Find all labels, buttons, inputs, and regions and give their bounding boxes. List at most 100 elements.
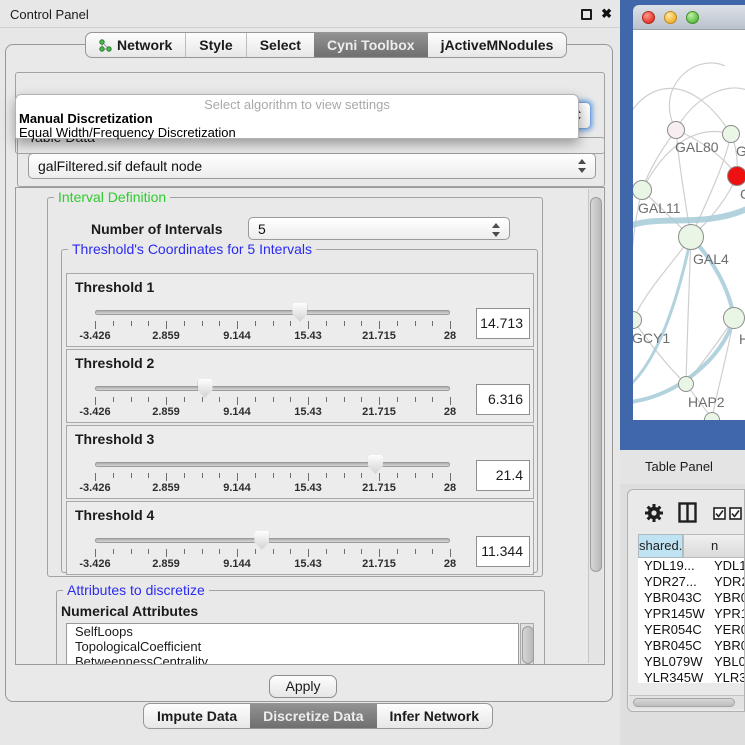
table-cell[interactable]: YPR145W [638, 606, 705, 622]
slider-handle[interactable] [368, 455, 383, 474]
split-columns-icon[interactable] [678, 502, 697, 523]
threshold-value-field[interactable]: 14.713 [476, 308, 530, 339]
scrollbar-thumb[interactable] [522, 626, 534, 664]
tab-infer-network[interactable]: Infer Network [377, 704, 492, 728]
threshold-slider[interactable]: -3.4262.8599.14415.4321.71528 [95, 307, 450, 341]
column-header-shared-name[interactable]: shared... [638, 534, 683, 558]
tab-style[interactable]: Style [185, 33, 245, 57]
table-cell[interactable]: YPR1 [705, 606, 745, 622]
table-row[interactable]: YPR145WYPR1 [638, 606, 745, 622]
tab-jactivemnodules[interactable]: jActiveMNodules [428, 33, 567, 57]
table-cell[interactable]: YBR0 [705, 590, 745, 606]
tab-cyni-toolbox[interactable]: Cyni Toolbox [314, 33, 428, 57]
minimize-traffic-light-icon[interactable] [664, 11, 677, 24]
number-of-intervals-combobox[interactable]: 5 [248, 217, 510, 240]
network-node-gal4[interactable] [678, 224, 704, 250]
attributes-list-scrollbar[interactable] [520, 623, 534, 665]
table-row[interactable]: YLR345WYLR3 [638, 670, 745, 683]
slider-major-tick [237, 397, 238, 405]
network-node-gal80[interactable] [667, 121, 685, 139]
slider-minor-tick [184, 473, 185, 478]
checkbox-checked-icon[interactable] [713, 507, 726, 520]
table-row[interactable]: YDR27...YDR2 [638, 574, 745, 590]
slider-track[interactable] [95, 310, 450, 315]
slider-minor-tick [184, 549, 185, 554]
settings-vertical-scrollbar[interactable] [588, 189, 603, 663]
slider-minor-tick [361, 473, 362, 478]
checkbox-checked-icon[interactable] [729, 507, 742, 520]
table-cell[interactable]: YBL079W [638, 654, 705, 670]
attribute-list-item[interactable]: BetweennessCentrality [67, 654, 518, 665]
slider-handle[interactable] [198, 379, 213, 398]
tab-impute-data[interactable]: Impute Data [144, 704, 250, 728]
slider-track[interactable] [95, 538, 450, 543]
table-cell[interactable]: YDL19... [638, 558, 705, 574]
node-label: GAL11 [638, 200, 681, 216]
slider-handle[interactable] [254, 531, 269, 550]
table-cell[interactable]: YLR345W [638, 670, 705, 683]
slider-handle[interactable] [292, 303, 307, 322]
slider-minor-tick [148, 397, 149, 402]
threshold-slider[interactable]: -3.4262.8599.14415.4321.71528 [95, 535, 450, 569]
threshold-slider[interactable]: -3.4262.8599.14415.4321.71528 [95, 383, 450, 417]
node-label: GCY1 [633, 330, 670, 346]
table-cell[interactable]: YER054C [638, 622, 705, 638]
network-node-g[interactable] [722, 125, 740, 143]
table-cell[interactable]: YLR3 [705, 670, 745, 683]
apply-button[interactable]: Apply [269, 675, 337, 698]
close-icon[interactable]: ✖ [601, 6, 612, 22]
table-row[interactable]: YDL19...YDL1 [638, 558, 745, 574]
tab-discretize-data[interactable]: Discretize Data [250, 704, 376, 728]
threshold-title: Threshold 3 [75, 431, 154, 447]
table-cell[interactable]: YBR045C [638, 638, 705, 654]
threshold-3-panel: Threshold 3 -3.4262.8599.14415.4321.71528… [66, 425, 534, 499]
table-horizontal-scrollbar[interactable] [629, 695, 745, 709]
table-row[interactable]: YBL079WYBL0 [638, 654, 745, 670]
slider-track[interactable] [95, 462, 450, 467]
numerical-attributes-list[interactable]: SelfLoopsTopologicalCoefficientBetweenne… [66, 623, 519, 665]
table-cell[interactable]: YBL0 [705, 654, 745, 670]
network-node-h[interactable] [723, 307, 745, 329]
network-node-hap2[interactable] [678, 376, 694, 392]
tab-label: Infer Network [390, 708, 479, 724]
attribute-list-item[interactable]: SelfLoops [67, 624, 518, 639]
threshold-4-panel: Threshold 4-3.4262.8599.14415.4321.71528… [66, 501, 534, 575]
tab-network[interactable]: Network [86, 33, 185, 57]
slider-track[interactable] [95, 386, 450, 391]
table-row[interactable]: YBR043CYBR0 [638, 590, 745, 606]
threshold-value-field[interactable]: 11.344 [476, 536, 530, 567]
table-cell[interactable]: YBR043C [638, 590, 705, 606]
table-cell[interactable]: YDR2 [705, 574, 745, 590]
popup-option-manual-discretization[interactable]: Manual Discretization [16, 112, 578, 126]
table-cell[interactable]: YDR27... [638, 574, 705, 590]
network-node-gal11[interactable] [633, 180, 652, 200]
threshold-slider[interactable]: -3.4262.8599.14415.4321.71528 [95, 459, 450, 493]
threshold-value-field[interactable]: 21.4 [476, 460, 530, 491]
close-traffic-light-icon[interactable] [642, 11, 655, 24]
float-window-icon[interactable] [581, 9, 592, 20]
table-cell[interactable]: YDL1 [705, 558, 745, 574]
scrollbar-thumb[interactable] [590, 197, 602, 572]
column-header-name[interactable]: n [683, 534, 745, 558]
threshold-value-field[interactable]: 6.316 [476, 384, 530, 415]
zoom-traffic-light-icon[interactable] [686, 11, 699, 24]
slider-minor-tick [202, 473, 203, 478]
network-canvas[interactable]: GAL80GCGAL11GAL4GCY1HHAP2 [633, 30, 745, 420]
tab-select[interactable]: Select [246, 33, 314, 57]
table-row[interactable]: YER054CYER0 [638, 622, 745, 638]
table-row[interactable]: YBR045CYBR0 [638, 638, 745, 654]
scrollbar-thumb[interactable] [633, 698, 735, 707]
attribute-list-item[interactable]: TopologicalCoefficient [67, 639, 518, 654]
gear-icon[interactable] [644, 503, 664, 523]
network-node-c[interactable] [727, 166, 745, 186]
popup-option-equal-width-frequency[interactable]: Equal Width/Frequency Discretization [16, 126, 578, 140]
slider-minor-tick [131, 549, 132, 554]
table-data-combobox[interactable]: galFiltered.sif default node [28, 153, 596, 179]
table-data-value: galFiltered.sif default node [38, 158, 202, 174]
slider-tick-label: 2.859 [152, 406, 180, 418]
slider-minor-tick [113, 473, 114, 478]
slider-minor-tick [415, 549, 416, 554]
table-cell[interactable]: YER0 [705, 622, 745, 638]
slider-minor-tick [361, 549, 362, 554]
table-cell[interactable]: YBR0 [705, 638, 745, 654]
